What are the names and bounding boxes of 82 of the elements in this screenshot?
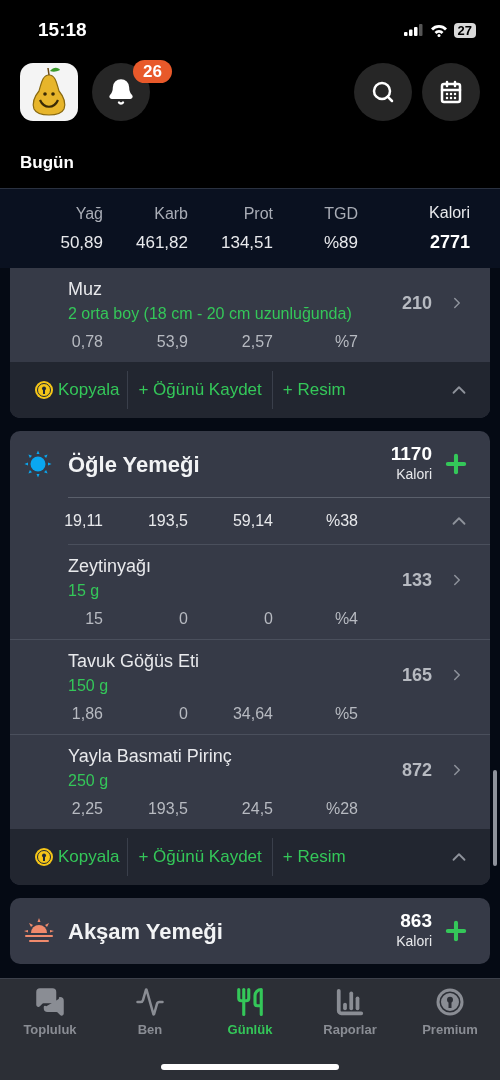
tab-item[interactable]: Premium — [400, 987, 500, 1045]
macro-value: 0,78 — [70, 332, 103, 352]
search-icon — [371, 80, 395, 104]
sunset-icon — [24, 917, 54, 945]
summary-value: 134,51 — [220, 231, 273, 254]
save-meal-button[interactable]: + Öğünü Kaydet — [128, 371, 273, 409]
copy-button[interactable]: Kopyala — [34, 838, 129, 876]
macro-value: 2,57 — [240, 332, 273, 352]
status-time: 15:18 — [38, 17, 87, 42]
keyhole-badge-icon — [34, 380, 54, 400]
macro-value: 2,25 — [70, 799, 103, 819]
calories-label: Kalori — [396, 932, 432, 951]
tab-item[interactable]: Günlük — [200, 987, 300, 1045]
macro-value: 1,86 — [70, 704, 103, 724]
macro-value: 53,9 — [155, 332, 188, 352]
macro-value: 24,5 — [240, 799, 273, 819]
calories-label: Kalori — [396, 465, 432, 484]
keyhole-badge-icon — [34, 847, 54, 867]
summary-value: 50,89 — [59, 231, 103, 254]
notification-badge: 26 — [133, 60, 172, 83]
heart-monitor-icon — [135, 987, 165, 1017]
pear-logo[interactable] — [20, 63, 78, 121]
sun-icon — [24, 450, 52, 478]
macro-value: %4 — [333, 609, 358, 629]
food-name: Zeytinyağı — [68, 555, 153, 578]
food-amount: 15 g — [68, 581, 101, 601]
bar-chart-icon — [335, 987, 365, 1017]
food-amount: 250 g — [68, 771, 110, 791]
meal-calories: 1170 — [390, 444, 432, 464]
food-calories: 165 — [401, 664, 432, 687]
battery-indicator: 27 — [453, 22, 476, 38]
tab-item[interactable]: Raporlar — [300, 987, 400, 1045]
food-name: Tavuk Göğüs Eti — [68, 650, 201, 673]
meal-total: 59,14 — [231, 511, 273, 531]
summary-label: TGD — [323, 203, 358, 224]
macro-value: 193,5 — [146, 799, 188, 819]
signal-icon — [403, 24, 424, 36]
fork-knife-icon — [235, 987, 265, 1017]
summary-value: 461,82 — [135, 231, 188, 254]
macro-value: 15 — [84, 609, 103, 629]
summary-label: Prot — [242, 203, 273, 224]
tab-item[interactable]: Topluluk — [0, 987, 100, 1045]
macro-value: 0 — [263, 609, 273, 629]
summary-value: %89 — [322, 231, 358, 254]
save-meal-button[interactable]: + Öğünü Kaydet — [128, 838, 273, 876]
food-amount: 2 orta boy (18 cm - 20 cm uzunluğunda) — [68, 304, 353, 324]
food-row[interactable]: Muz 2 orta boy (18 cm - 20 cm uzunluğunda) 210 0,78 53,9 2,57 %7 — [10, 268, 490, 362]
macro-value: %5 — [333, 704, 358, 724]
calendar-icon — [439, 80, 463, 104]
macro-value: %28 — [324, 799, 358, 819]
macro-value: 0 — [178, 609, 188, 629]
food-calories: 872 — [401, 759, 432, 782]
food-row[interactable]: Zeytinyağı 15 g 133 15 0 0 %4 — [10, 545, 490, 640]
food-calories: 210 — [401, 292, 432, 315]
meal-total: 193,5 — [146, 511, 188, 531]
food-calories: 133 — [401, 569, 432, 592]
page-title: Bugün — [19, 152, 75, 174]
total-calories: 2771 — [429, 231, 470, 254]
food-row[interactable]: Tavuk Göğüs Eti 150 g 165 1,86 0 34,64 %5 — [10, 640, 490, 735]
summary-label: Kalori — [429, 203, 470, 223]
meal-title: Akşam Yemeği — [68, 917, 224, 946]
food-row[interactable]: Yayla Basmati Pirinç 250 g 872 2,25 193,5 24,5 %28 — [10, 735, 490, 829]
summary-label: Yağ — [74, 203, 103, 224]
keyhole-badge-icon — [435, 987, 465, 1017]
chat-icon — [35, 987, 65, 1017]
macro-value: 34,64 — [231, 704, 273, 724]
copy-button[interactable]: Kopyala — [34, 371, 129, 409]
wifi-icon — [429, 23, 448, 37]
food-name: Muz — [68, 278, 103, 301]
meal-title: Öğle Yemeği — [68, 450, 201, 479]
meal-calories: 863 — [400, 911, 432, 931]
macro-value: 0 — [178, 704, 188, 724]
add-photo-button[interactable]: + Resim — [272, 838, 356, 876]
add-photo-button[interactable]: + Resim — [272, 371, 356, 409]
meal-total: %38 — [324, 511, 358, 531]
food-name: Yayla Basmati Pirinç — [68, 745, 233, 768]
summary-label: Karb — [153, 203, 188, 224]
tab-item[interactable]: Ben — [100, 987, 200, 1045]
macro-value: %7 — [333, 332, 358, 352]
bell-icon — [107, 78, 135, 106]
meal-total: 19,11 — [63, 511, 103, 531]
food-amount: 150 g — [68, 676, 110, 696]
